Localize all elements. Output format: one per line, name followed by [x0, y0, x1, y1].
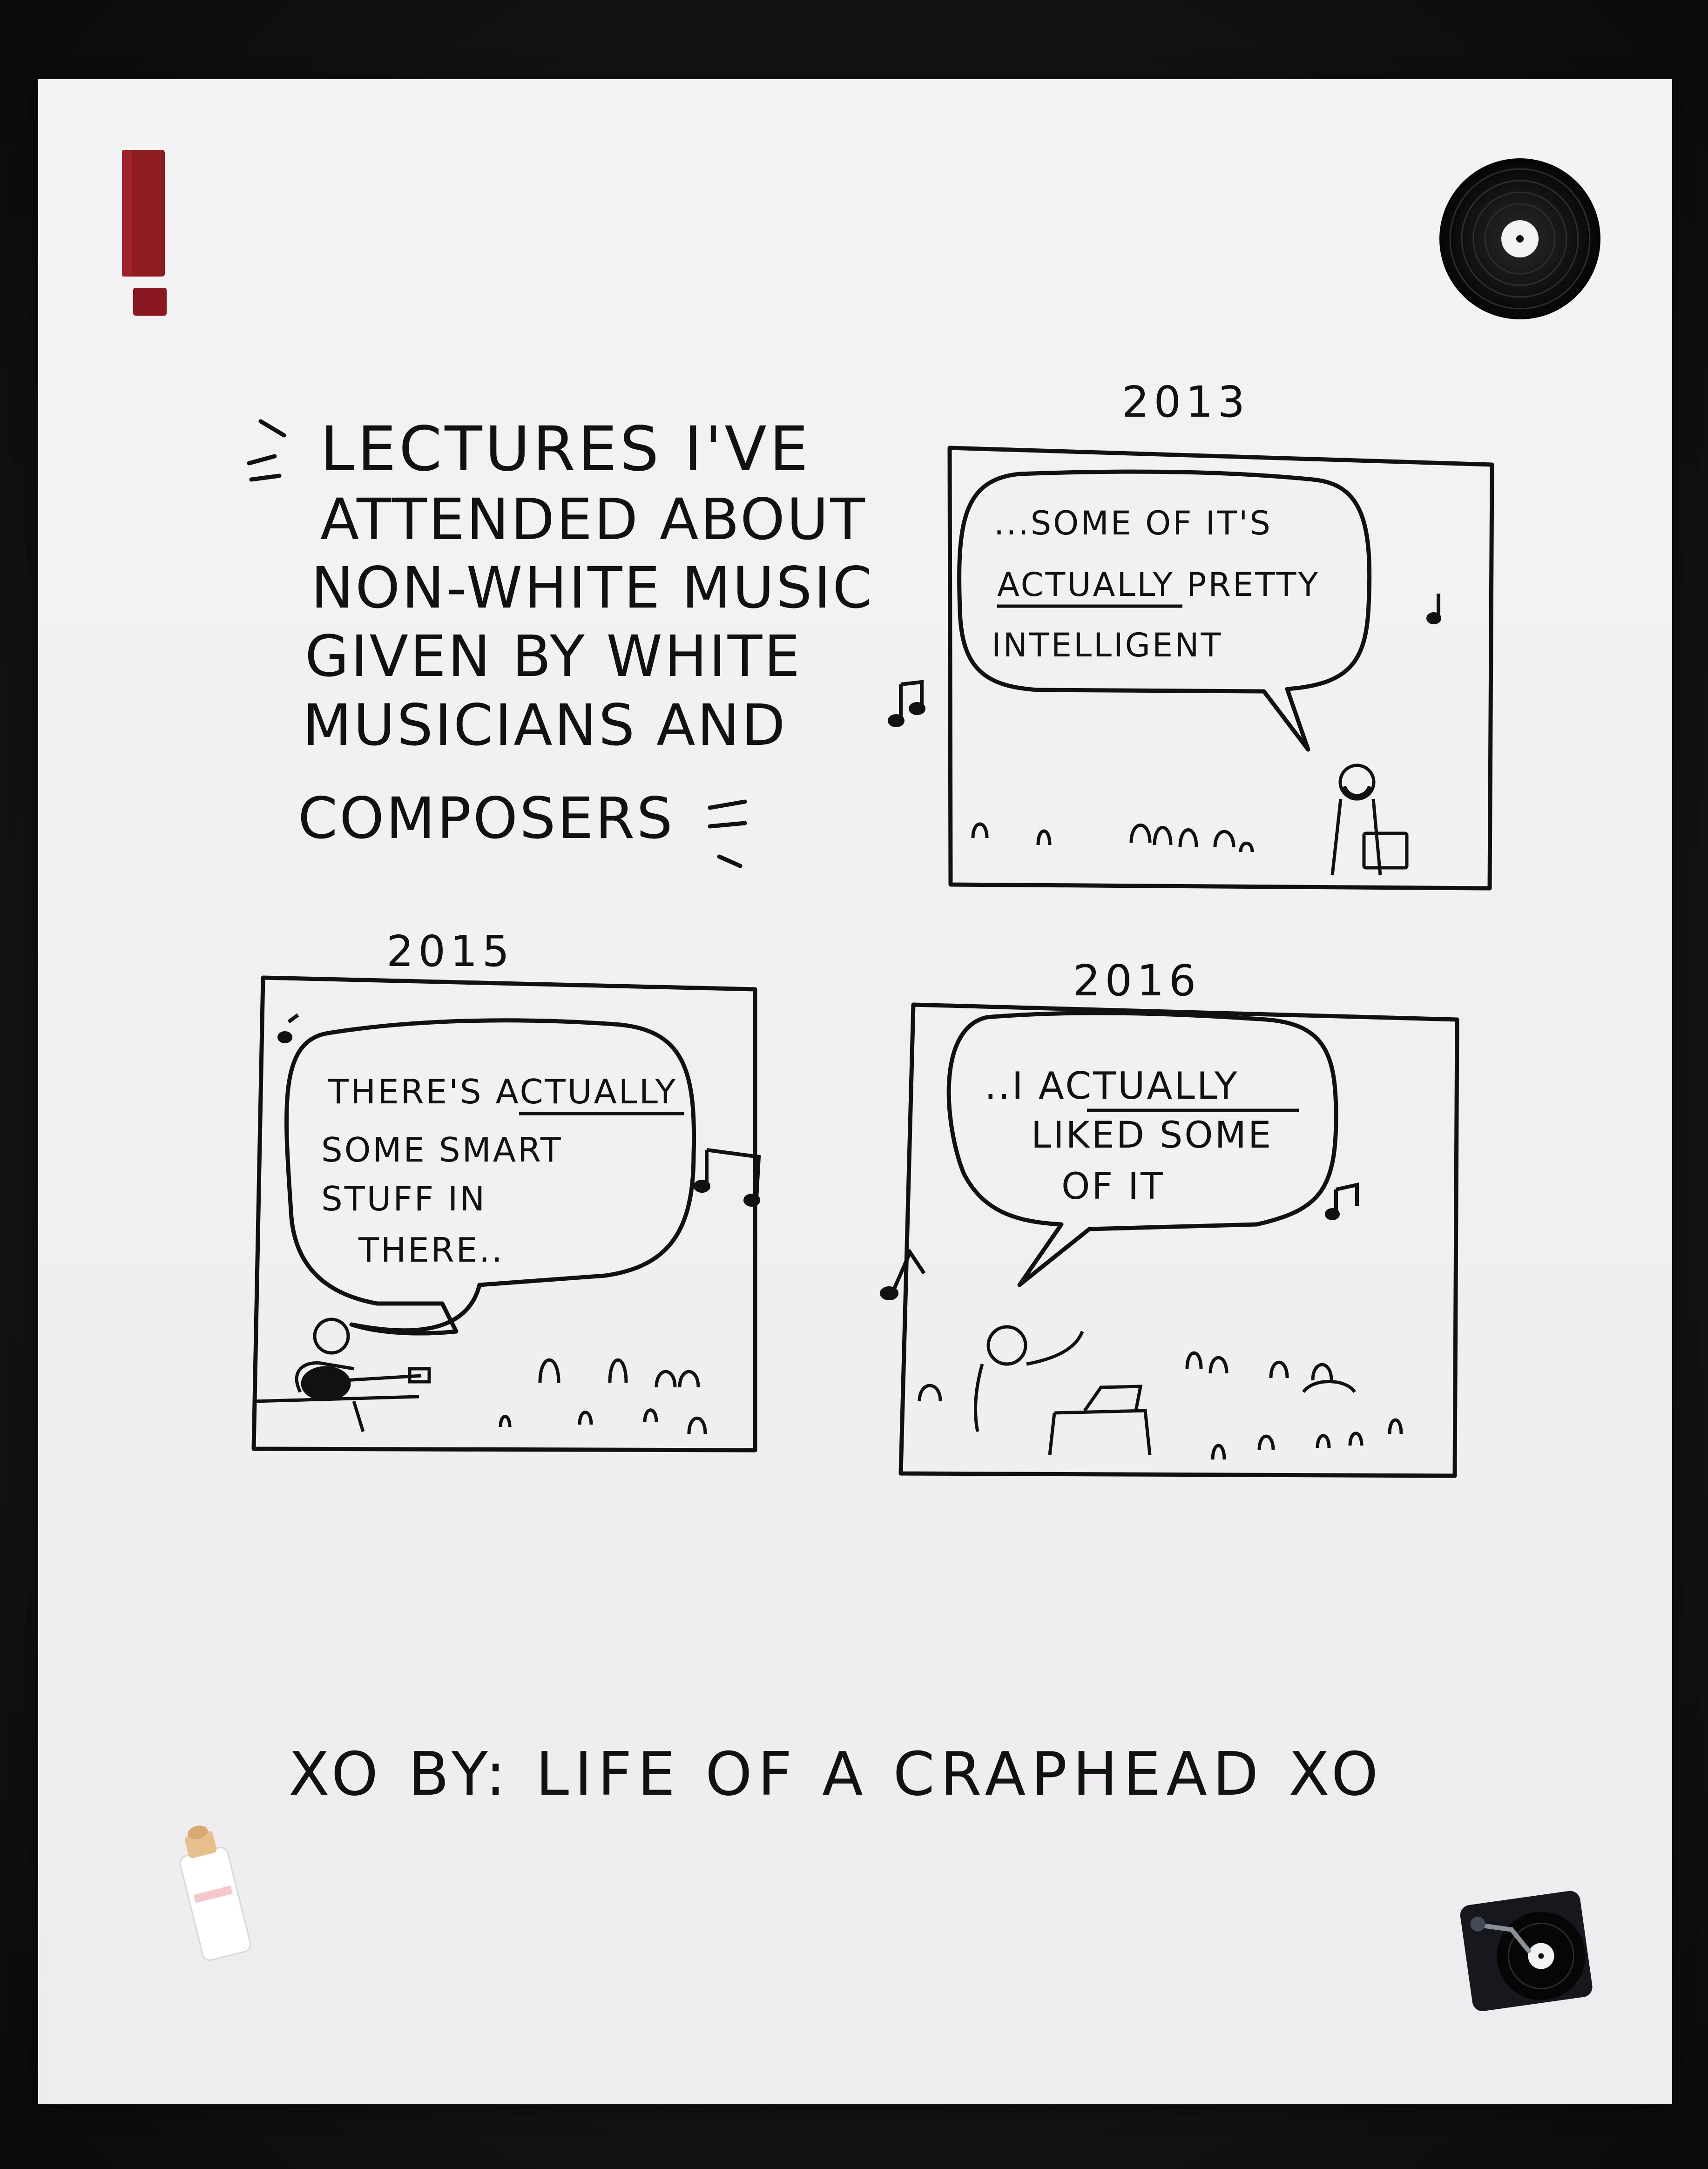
panel-2015: 2015 THERE'S ACTUALLY SOME SMART STUFF I…	[251, 926, 761, 1453]
audience	[918, 1351, 1403, 1460]
speaker-figure	[1330, 764, 1409, 876]
title-line-5: MUSICIANS AND	[303, 692, 787, 758]
audience	[499, 1358, 707, 1434]
panel-2016-speech-1: ..I ACTUALLY	[985, 1064, 1239, 1108]
title-line-1: LECTURES I'VE	[320, 413, 811, 485]
lecturer-figure	[974, 1325, 1152, 1455]
panel-2015-year: 2015	[386, 926, 514, 976]
turntable-icon	[1460, 1891, 1593, 2011]
panel-2013-year: 2013	[1122, 377, 1249, 427]
panel-2016-speech-3: OF IT	[1061, 1166, 1165, 1208]
panel-2015-speech-3: STUFF IN	[321, 1179, 486, 1218]
comic-title: LECTURES I'VE ATTENDED ABOUT NON-WHITE M…	[247, 413, 874, 868]
panel-2013-speech-3: INTELLIGENT	[992, 626, 1222, 664]
panel-2013-speech-2: ACTUALLY PRETTY	[997, 566, 1320, 604]
panel-2015-speech-1: THERE'S ACTUALLY	[328, 1072, 677, 1111]
panel-2015-speech-4: THERE..	[358, 1230, 504, 1270]
signature: XO BY: LIFE OF A CRAPHEAD XO	[289, 1740, 1384, 1809]
vinyl-record-icon	[1439, 158, 1600, 319]
comic-artwork: LECTURES I'VE ATTENDED ABOUT NON-WHITE M…	[122, 150, 1600, 2011]
panel-2013-speech-1: ...SOME OF IT'S	[994, 504, 1272, 542]
panel-2016: 2016 ..I ACTUALLY LIKED SOME OF IT	[880, 956, 1459, 1478]
audience	[971, 822, 1254, 852]
title-line-4: GIVEN BY WHITE	[305, 623, 802, 689]
panel-2016-speech-2: LIKED SOME	[1031, 1115, 1273, 1156]
panel-2016-year: 2016	[1073, 956, 1201, 1006]
panel-2015-speech-2: SOME SMART	[321, 1130, 563, 1169]
exclamation-prop	[122, 150, 167, 316]
guitarist-figure	[253, 1318, 431, 1432]
panel-2013: 2013 ...SOME OF IT'S ACTUALLY PRETTY INT…	[888, 377, 1494, 891]
title-line-6: COMPOSERS	[298, 785, 675, 851]
bottle-prop	[179, 1825, 251, 1961]
photo-scene: LECTURES I'VE ATTENDED ABOUT NON-WHITE M…	[0, 0, 1708, 2169]
title-line-2: ATTENDED ABOUT	[320, 487, 867, 553]
title-line-3: NON-WHITE MUSIC	[311, 555, 874, 621]
